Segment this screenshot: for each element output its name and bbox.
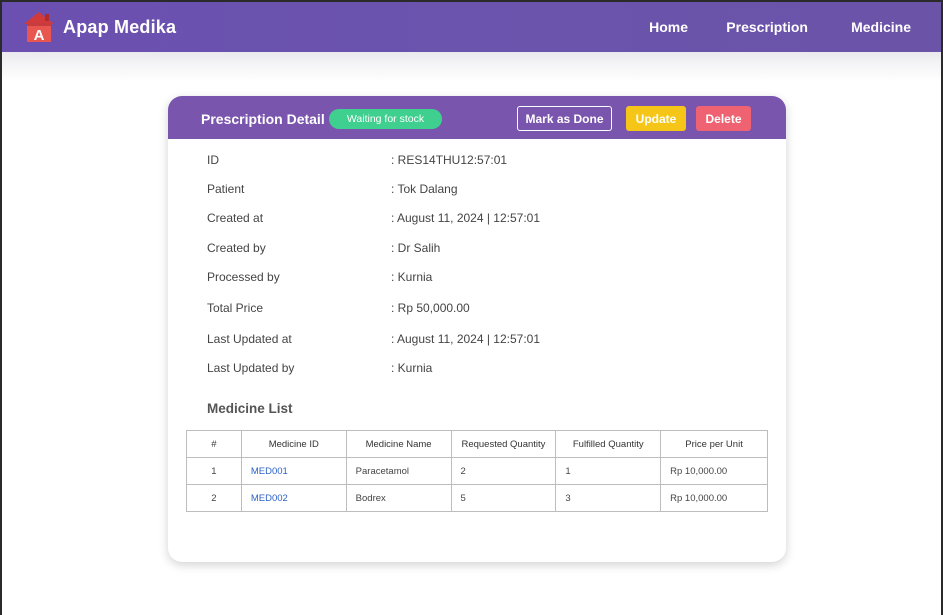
row-number: 1 bbox=[186, 457, 242, 485]
detail-label: Created by bbox=[207, 241, 266, 255]
column-header: # bbox=[186, 430, 242, 458]
detail-value: : Rp 50,000.00 bbox=[391, 301, 470, 315]
requested-quantity: 2 bbox=[450, 457, 557, 485]
requested-quantity: 5 bbox=[450, 484, 557, 512]
delete-button[interactable]: Delete bbox=[696, 106, 751, 131]
detail-label: Total Price bbox=[207, 301, 264, 315]
detail-label: Last Updated by bbox=[207, 361, 295, 375]
medicine-id-link[interactable]: MED001 bbox=[240, 457, 347, 485]
detail-value: : Kurnia bbox=[391, 270, 433, 284]
navbar-shadow bbox=[2, 52, 941, 82]
detail-value: : Kurnia bbox=[391, 361, 433, 375]
detail-label: Processed by bbox=[207, 270, 280, 284]
table-header-row: # Medicine ID Medicine Name Requested Qu… bbox=[186, 430, 768, 458]
detail-label: ID bbox=[207, 153, 219, 167]
column-header: Fulfilled Quantity bbox=[555, 430, 662, 458]
fulfilled-quantity: 1 bbox=[555, 457, 662, 485]
column-header: Price per Unit bbox=[660, 430, 768, 458]
column-header: Medicine Name bbox=[345, 430, 452, 458]
card-header: Prescription Detail Waiting for stock Ma… bbox=[168, 96, 786, 139]
brand-name[interactable]: Apap Medika bbox=[63, 17, 176, 38]
column-header: Medicine ID bbox=[240, 430, 347, 458]
nav-prescription[interactable]: Prescription bbox=[726, 19, 808, 35]
column-header: Requested Quantity bbox=[450, 430, 557, 458]
detail-label: Patient bbox=[207, 182, 245, 196]
price-per-unit: Rp 10,000.00 bbox=[660, 457, 768, 485]
detail-value: : August 11, 2024 | 12:57:01 bbox=[391, 211, 541, 225]
prescription-detail-card: Prescription Detail Waiting for stock Ma… bbox=[168, 96, 786, 562]
detail-value: : Dr Salih bbox=[391, 241, 441, 255]
medicine-table: # Medicine ID Medicine Name Requested Qu… bbox=[186, 430, 768, 512]
brand[interactable]: A Apap Medika bbox=[21, 9, 176, 45]
house-logo-icon: A bbox=[21, 9, 57, 45]
detail-value: : RES14THU12:57:01 bbox=[391, 153, 508, 167]
nav-medicine[interactable]: Medicine bbox=[851, 19, 911, 35]
row-number: 2 bbox=[186, 484, 242, 512]
detail-value: : Tok Dalang bbox=[391, 182, 458, 196]
update-button[interactable]: Update bbox=[626, 106, 686, 131]
medicine-id-link[interactable]: MED002 bbox=[240, 484, 347, 512]
app-window: A Apap Medika Home Prescription Medicine… bbox=[0, 0, 943, 615]
detail-label: Created at bbox=[207, 211, 264, 225]
card-title: Prescription Detail bbox=[201, 111, 325, 127]
mark-as-done-button[interactable]: Mark as Done bbox=[517, 106, 612, 131]
detail-label: Last Updated at bbox=[207, 332, 292, 346]
medicine-name: Paracetamol bbox=[345, 457, 452, 485]
status-badge: Waiting for stock bbox=[329, 109, 442, 129]
navbar: A Apap Medika Home Prescription Medicine bbox=[2, 2, 941, 52]
medicine-name: Bodrex bbox=[345, 484, 452, 512]
price-per-unit: Rp 10,000.00 bbox=[660, 484, 768, 512]
logo-letter: A bbox=[34, 27, 45, 44]
table-row: 2 MED002 Bodrex 5 3 Rp 10,000.00 bbox=[186, 484, 768, 512]
medicine-list-title: Medicine List bbox=[207, 401, 293, 416]
nav-home[interactable]: Home bbox=[649, 19, 688, 35]
fulfilled-quantity: 3 bbox=[555, 484, 662, 512]
detail-value: : August 11, 2024 | 12:57:01 bbox=[391, 332, 541, 346]
table-row: 1 MED001 Paracetamol 2 1 Rp 10,000.00 bbox=[186, 457, 768, 485]
